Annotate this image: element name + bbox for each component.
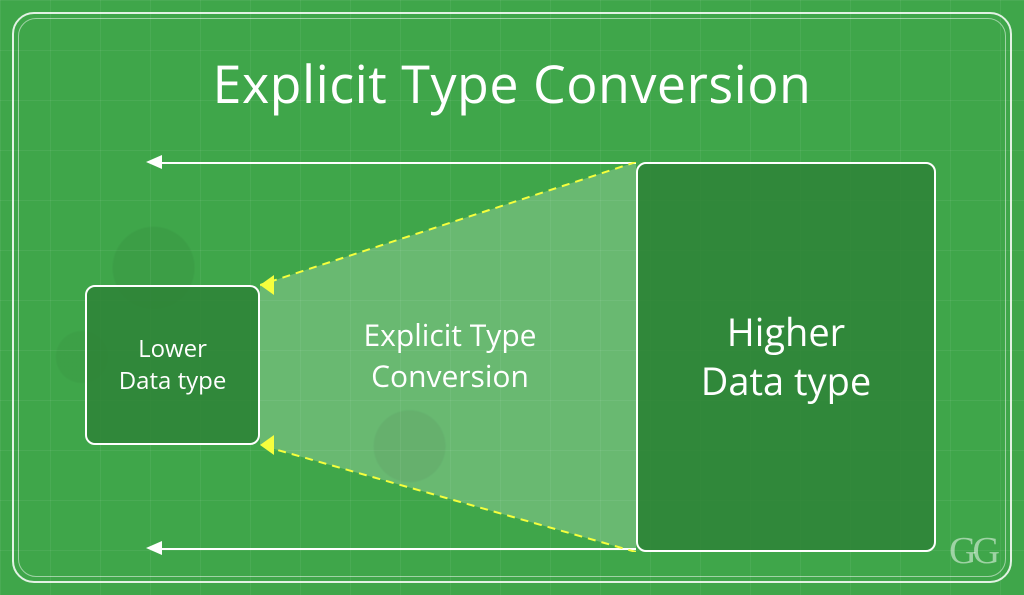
connector-label: Explicit Type Conversion bbox=[300, 315, 600, 396]
connector-label-line2: Conversion bbox=[371, 355, 529, 396]
arrow-top-head-icon bbox=[146, 155, 162, 169]
lower-box-line2: Data type bbox=[119, 364, 227, 397]
higher-data-type-box: Higher Data type bbox=[636, 162, 936, 552]
arrow-bottom-line bbox=[160, 548, 636, 550]
connector-label-line1: Explicit Type bbox=[363, 314, 536, 355]
arrow-top-line bbox=[160, 162, 636, 164]
higher-box-line2: Data type bbox=[701, 355, 871, 407]
diagram-area: Lower Data type Higher Data type Explici… bbox=[0, 140, 1024, 560]
higher-box-line1: Higher bbox=[727, 306, 845, 358]
arrow-bottom-head-icon bbox=[146, 541, 162, 555]
watermark-logo: GG bbox=[949, 529, 996, 573]
diagram-title: Explicit Type Conversion bbox=[0, 48, 1024, 119]
lower-data-type-box: Lower Data type bbox=[85, 285, 260, 445]
lower-box-line1: Lower bbox=[138, 332, 207, 365]
